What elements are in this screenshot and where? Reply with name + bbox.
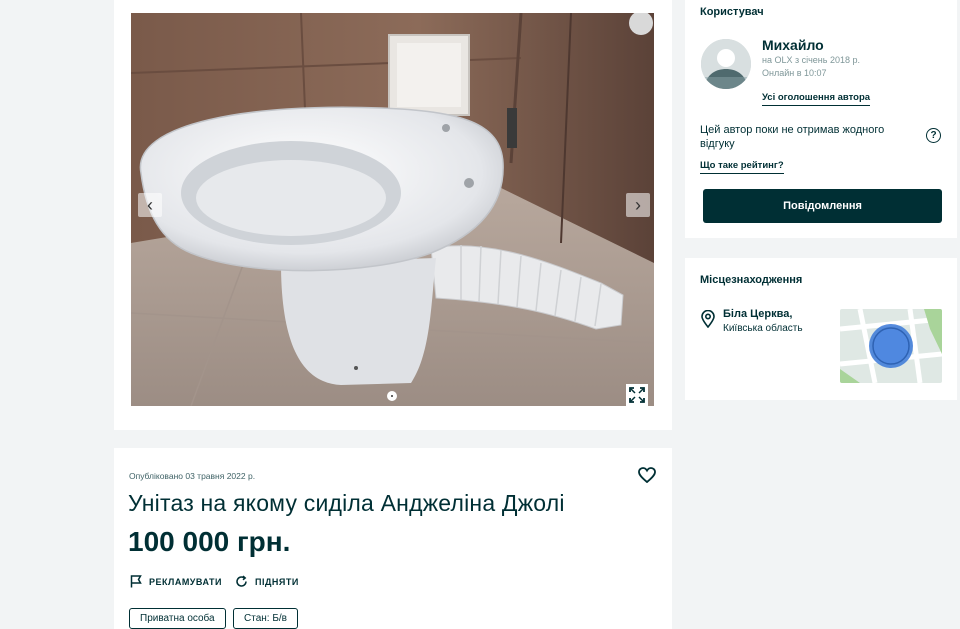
chevron-right-icon: ›	[635, 194, 641, 215]
expand-icon	[629, 387, 645, 403]
user-avatar-icon	[701, 39, 751, 89]
location-region: Київська область	[723, 323, 803, 334]
gallery-card	[114, 0, 672, 430]
flag-icon	[130, 575, 142, 588]
location-map[interactable]	[840, 309, 942, 383]
heart-icon	[638, 467, 656, 484]
user-member-since: на OLX з січень 2018 р.	[762, 55, 860, 65]
raise-label: ПІДНЯТИ	[255, 576, 299, 587]
location-heading: Місцезнаходження	[700, 274, 803, 286]
gallery-prev-button[interactable]: ‹	[138, 193, 162, 217]
raise-button[interactable]: ПІДНЯТИ	[235, 575, 299, 588]
all-user-ads-link[interactable]: Усі оголошення автора	[762, 92, 871, 106]
gallery-next-button[interactable]: ›	[626, 193, 650, 217]
tag-condition: Стан: Б/в	[233, 608, 298, 629]
chevron-left-icon: ‹	[147, 194, 153, 215]
what-is-rating-link[interactable]: Що таке рейтинг?	[700, 160, 784, 174]
listing-info-card: Опубліковано 03 травня 2022 р. Унітаз на…	[114, 448, 672, 629]
listing-title: Унітаз на якому сиділа Анджеліна Джолі	[128, 490, 565, 516]
promote-button[interactable]: РЕКЛАМУВАТИ	[130, 575, 222, 588]
location-card: Місцезнаходження Біла Церква, Київська о…	[685, 258, 957, 400]
rating-info-text: Цей автор поки не отримав жодного відгук…	[700, 124, 885, 150]
listing-price: 100 000 грн.	[128, 526, 291, 557]
published-date: Опубліковано 03 травня 2022 р.	[129, 471, 256, 481]
user-section-heading: Користувач	[700, 6, 764, 18]
avatar[interactable]	[701, 39, 751, 89]
gallery-pagination-dot[interactable]	[387, 391, 397, 401]
location-city: Біла Церква,	[723, 308, 793, 320]
map-thumbnail	[840, 309, 942, 383]
listing-photo[interactable]	[131, 13, 654, 406]
fullscreen-button[interactable]	[626, 384, 648, 406]
message-button[interactable]: Повідомлення	[703, 189, 942, 223]
favorite-button[interactable]	[638, 467, 658, 485]
help-icon[interactable]: ?	[926, 128, 941, 143]
refresh-icon	[236, 575, 247, 587]
promote-label: РЕКЛАМУВАТИ	[149, 576, 222, 587]
tag-private-person: Приватна особа	[129, 608, 226, 629]
location-pin-icon	[701, 310, 715, 328]
user-name: Михайло	[762, 37, 824, 53]
user-card: Користувач Михайло на OLX з січень 2018 …	[685, 0, 957, 238]
toilet-photo-image	[131, 13, 654, 406]
user-online-status: Онлайн в 10:07	[762, 68, 827, 78]
